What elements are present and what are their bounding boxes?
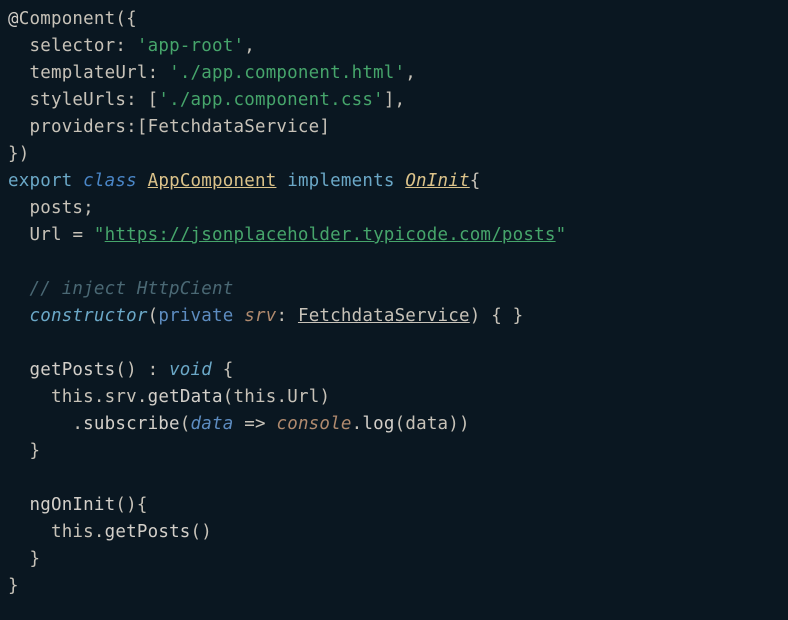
code-line	[8, 249, 780, 276]
console-ident: console	[276, 414, 351, 434]
code-line: templateUrl: './app.component.html',	[8, 60, 780, 87]
code-line	[8, 330, 780, 357]
code-line: getPosts() : void {	[8, 357, 780, 384]
code-line: selector: 'app-root',	[8, 33, 780, 60]
code-line: @Component({	[8, 6, 780, 33]
code-line: posts;	[8, 195, 780, 222]
code-editor[interactable]: @Component({ selector: 'app-root', templ…	[8, 6, 780, 600]
selector-key: selector	[29, 36, 115, 56]
this-keyword: this	[51, 387, 94, 407]
code-line: }	[8, 546, 780, 573]
class-keyword: class	[83, 171, 137, 191]
interface-name: OnInit	[405, 171, 469, 191]
service-type: FetchdataService	[298, 306, 470, 326]
void-type: void	[169, 360, 212, 380]
providers-value: FetchdataService	[148, 117, 320, 137]
code-line	[8, 465, 780, 492]
selector-value: 'app-root'	[137, 36, 244, 56]
styleurls-key: styleUrls	[29, 90, 126, 110]
getposts-method: getPosts	[29, 360, 115, 380]
srv-param: srv	[244, 306, 276, 326]
providers-key: providers	[29, 117, 126, 137]
url-property: Url	[29, 225, 61, 245]
code-line: constructor(private srv: FetchdataServic…	[8, 303, 780, 330]
code-line: this.srv.getData(this.Url)	[8, 384, 780, 411]
decorator-at: @	[8, 9, 19, 29]
punct: ({	[115, 9, 136, 29]
getdata-call: getData	[148, 387, 223, 407]
class-name: AppComponent	[148, 171, 277, 191]
implements-keyword: implements	[287, 171, 394, 191]
comment: // inject HttpCient	[29, 279, 233, 299]
private-keyword: private	[158, 306, 233, 326]
code-line: Url = "https://jsonplaceholder.typicode.…	[8, 222, 780, 249]
code-line: ngOnInit(){	[8, 492, 780, 519]
constructor-keyword: constructor	[29, 306, 147, 326]
templateurl-value: './app.component.html'	[169, 63, 405, 83]
url-value: https://jsonplaceholder.typicode.com/pos…	[105, 225, 556, 245]
styleurls-value: './app.component.css'	[158, 90, 383, 110]
posts-property: posts	[29, 198, 83, 218]
getposts-call: getPosts	[105, 522, 191, 542]
export-keyword: export	[8, 171, 72, 191]
code-line: export class AppComponent implements OnI…	[8, 168, 780, 195]
subscribe-call: subscribe	[83, 414, 180, 434]
code-line: .subscribe(data => console.log(data))	[8, 411, 780, 438]
code-line: // inject HttpCient	[8, 276, 780, 303]
code-line: }	[8, 573, 780, 600]
code-line: })	[8, 141, 780, 168]
code-line: providers:[FetchdataService]	[8, 114, 780, 141]
ngoninit-method: ngOnInit	[29, 495, 115, 515]
log-call: log	[362, 414, 394, 434]
code-line: this.getPosts()	[8, 519, 780, 546]
templateurl-key: templateUrl	[29, 63, 147, 83]
code-line: styleUrls: ['./app.component.css'],	[8, 87, 780, 114]
decorator-name: Component	[19, 9, 116, 29]
code-line: }	[8, 438, 780, 465]
data-param: data	[191, 414, 234, 434]
